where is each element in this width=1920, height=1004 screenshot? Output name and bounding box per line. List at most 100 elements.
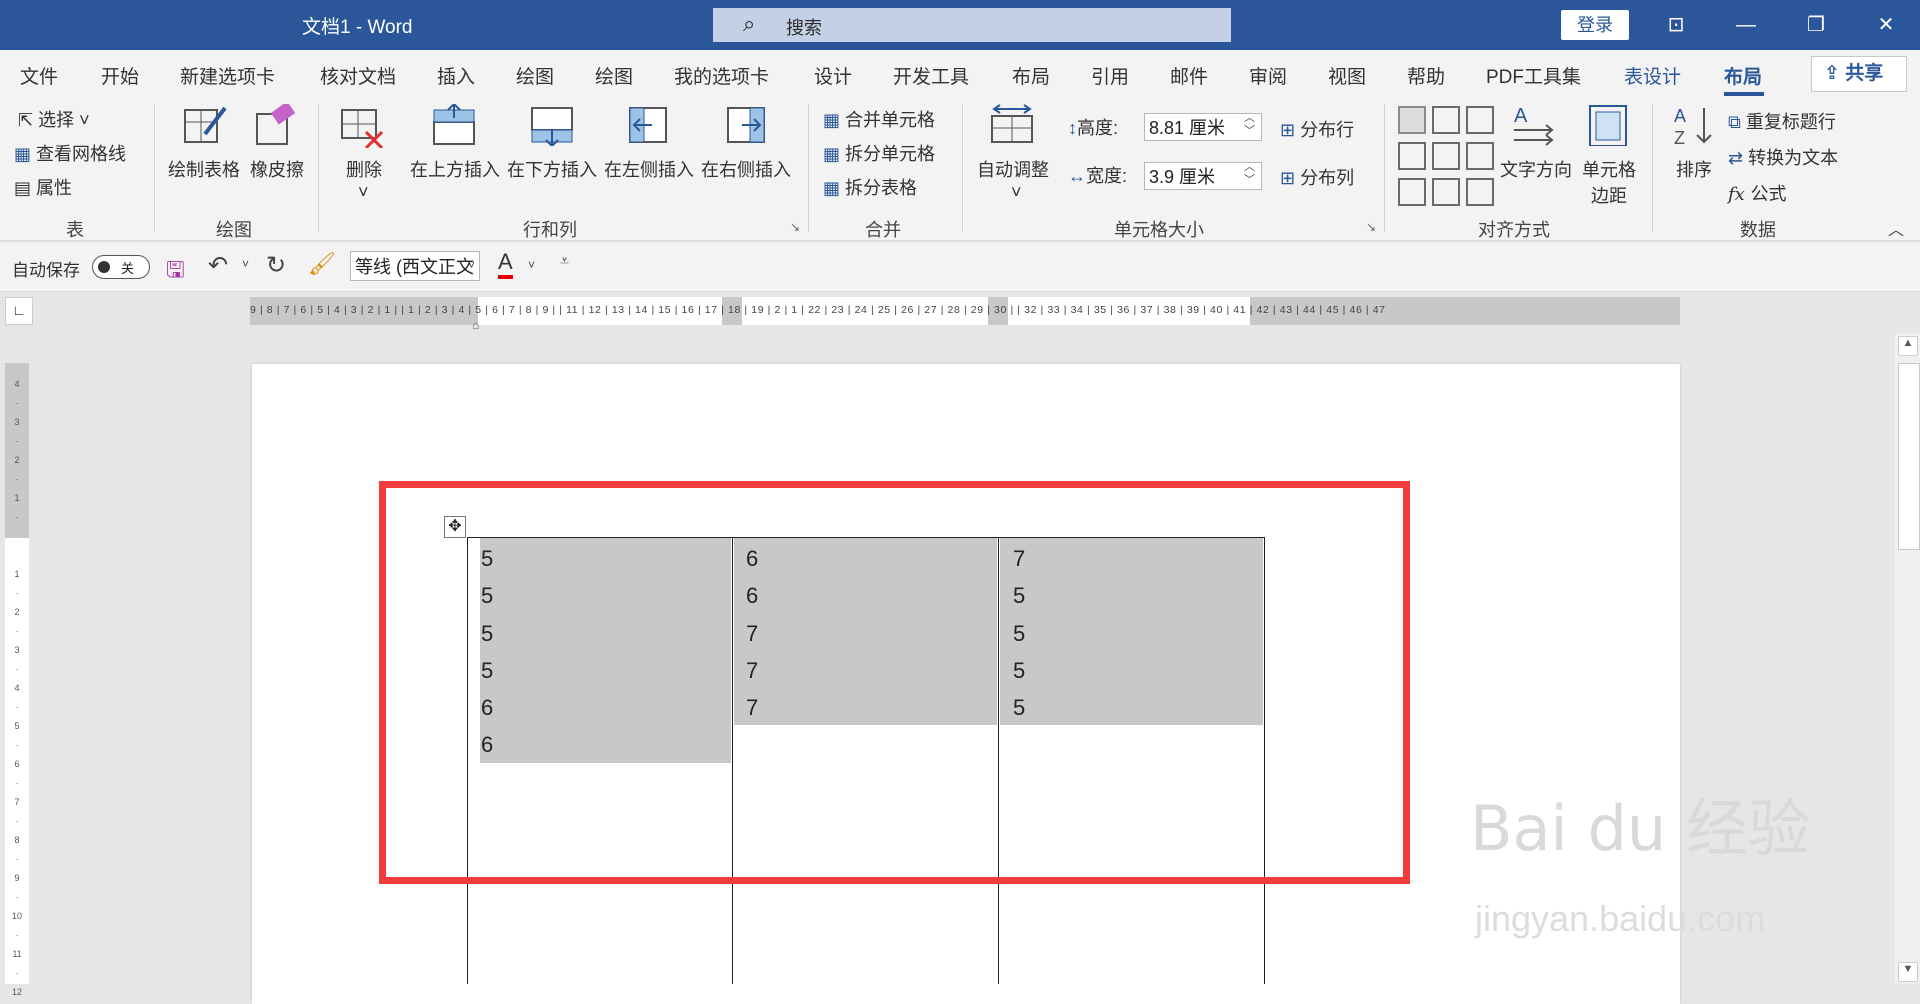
collapse-ribbon-icon[interactable]: ︿ [1888, 216, 1904, 240]
share-button[interactable]: ⇪ 共享 [1811, 56, 1907, 92]
eraser-button[interactable]: 橡皮擦 [250, 156, 304, 182]
tab-table-design[interactable]: 表设计 [1624, 62, 1681, 89]
align-bottom-right-icon[interactable] [1466, 178, 1494, 206]
font-color-icon[interactable]: A [498, 249, 513, 279]
properties-icon: ▤ [14, 178, 37, 198]
autosave-toggle[interactable]: 关 [92, 255, 150, 279]
scrollbar-thumb[interactable] [1898, 363, 1920, 550]
repeat-header-button[interactable]: ⧉ 重复标题行 [1728, 108, 1836, 134]
gridlines-button[interactable]: ▦ 查看网格线 [14, 140, 126, 166]
dialog-launcher-icon[interactable]: ↘ [790, 220, 800, 234]
search-icon: ⌕ [743, 11, 756, 36]
text-direction-button[interactable]: 文字方向 [1500, 156, 1572, 182]
draw-table-icon [184, 106, 227, 143]
search-box[interactable]: ⌕ 搜索 [713, 8, 1231, 42]
align-middle-left-icon[interactable] [1398, 142, 1426, 170]
font-dropdown-icon[interactable]: ˅ [468, 258, 475, 272]
convert-text-button[interactable]: ⇄ 转换为文本 [1728, 144, 1838, 170]
format-painter-icon[interactable]: 🖌 [308, 251, 336, 277]
customize-qat-icon[interactable]: ⩡ [560, 253, 569, 271]
insert-above-button[interactable]: 在上方插入 [410, 156, 500, 182]
separator [962, 104, 963, 232]
close-icon[interactable]: ✕ [1856, 4, 1916, 46]
insert-left-icon [629, 107, 667, 143]
align-middle-center-icon[interactable] [1432, 142, 1460, 170]
insert-right-icon [727, 107, 765, 143]
tab-view[interactable]: 视图 [1328, 62, 1366, 89]
merge-cells-button[interactable]: ▦ 合并单元格 [823, 106, 935, 132]
distribute-cols-icon: ⊞ [1280, 168, 1301, 188]
toggle-state: 关 [121, 261, 135, 276]
watermark-url: jingyan.baidu.com [1475, 898, 1766, 939]
save-icon[interactable]: 🖫 [166, 253, 185, 291]
font-family-select[interactable]: 等线 (西文正文 [350, 251, 480, 281]
distribute-cols-button[interactable]: ⊞ 分布列 [1280, 164, 1354, 190]
insert-left-button[interactable]: 在左侧插入 [604, 156, 694, 182]
tab-insert[interactable]: 插入 [437, 62, 475, 89]
font-family-value: 等线 (西文正文 [355, 257, 474, 277]
minimize-icon[interactable]: — [1716, 4, 1776, 46]
scroll-up-icon[interactable]: ▲ [1898, 336, 1918, 356]
tab-my[interactable]: 我的选项卡 [674, 62, 769, 89]
alignment-grid [1398, 106, 1508, 210]
undo-dropdown-icon[interactable]: ˅ [242, 257, 249, 271]
autofit-label: 自动调整 [977, 160, 1049, 180]
dialog-launcher-icon[interactable]: ↘ [1366, 220, 1376, 234]
tab-layout[interactable]: 布局 [1012, 62, 1050, 89]
tab-draw-2[interactable]: 绘图 [595, 62, 633, 89]
tab-help[interactable]: 帮助 [1407, 62, 1445, 89]
horizontal-ruler[interactable]: 9 | 8 | 7 | 6 | 5 | 4 | 3 | 2 | 1 | | 1 … [250, 297, 1680, 325]
undo-icon[interactable]: ↶ [208, 251, 228, 280]
formula-button[interactable]: fx 公式 [1728, 180, 1787, 206]
tab-table-layout[interactable]: 布局 [1724, 62, 1762, 89]
separator [808, 104, 809, 232]
tab-file[interactable]: 文件 [20, 62, 58, 89]
annotation-highlight-box [379, 481, 1410, 884]
tab-mailings[interactable]: 邮件 [1170, 62, 1208, 89]
split-cells-button[interactable]: ▦ 拆分单元格 [823, 140, 935, 166]
align-top-right-icon[interactable] [1466, 106, 1494, 134]
vertical-ruler-ticks: 4 · 3 · 2 · 1 · 1 · 2 · 3 · 4 · 5 · 6 · 7 · 8 · 9 · 10 · 11 · 12 [12, 379, 23, 997]
insert-below-button[interactable]: 在下方插入 [507, 156, 597, 182]
tab-design[interactable]: 设计 [814, 62, 852, 89]
ribbon-display-icon[interactable]: ⊡ [1646, 4, 1706, 46]
tab-draw-1[interactable]: 绘图 [516, 62, 554, 89]
split-table-button[interactable]: ▦ 拆分表格 [823, 174, 917, 200]
restore-icon[interactable]: ❐ [1786, 4, 1846, 46]
indent-marker-icon[interactable]: ⌂ [472, 318, 479, 332]
align-bottom-left-icon[interactable] [1398, 178, 1426, 206]
tab-developer[interactable]: 开发工具 [893, 62, 969, 89]
grid-icon: ▦ [14, 144, 37, 164]
group-label-data: 数据 [1740, 220, 1776, 240]
login-button[interactable]: 登录 [1561, 10, 1629, 40]
width-spinner[interactable]: ︿ ﹀ [1244, 161, 1255, 187]
scroll-down-icon[interactable]: ▼ [1898, 962, 1918, 982]
distribute-rows-button[interactable]: ⊞ 分布行 [1280, 116, 1354, 142]
tab-stop-selector-icon[interactable]: ∟ [5, 297, 33, 325]
tab-review-doc[interactable]: 核对文档 [320, 62, 396, 89]
sort-button[interactable]: 排序 [1676, 156, 1712, 182]
delete-button[interactable]: 删除 ˅ [346, 156, 382, 203]
delete-label: 删除 [346, 160, 382, 180]
tab-new[interactable]: 新建选项卡 [180, 62, 275, 89]
insert-right-button[interactable]: 在右侧插入 [701, 156, 791, 182]
properties-button[interactable]: ▤ 属性 [14, 174, 72, 200]
tab-references[interactable]: 引用 [1091, 62, 1129, 89]
height-spinner[interactable]: ︿ ﹀ [1244, 112, 1255, 138]
align-middle-right-icon[interactable] [1466, 142, 1494, 170]
tab-pdf[interactable]: PDF工具集 [1486, 62, 1581, 89]
align-bottom-center-icon[interactable] [1432, 178, 1460, 206]
vertical-ruler[interactable]: 4 · 3 · 2 · 1 · 1 · 2 · 3 · 4 · 5 · 6 · 7 · 8 · 9 · 10 · 11 · 12 [5, 363, 29, 997]
font-color-dropdown-icon[interactable]: ˅ [528, 258, 535, 272]
redo-icon[interactable]: ↻ [266, 251, 286, 280]
tab-review[interactable]: 审阅 [1249, 62, 1287, 89]
select-button[interactable]: ⇱ 选择 ˅ [18, 106, 90, 132]
align-top-left-icon[interactable] [1398, 106, 1426, 134]
split-table-label: 拆分表格 [845, 178, 918, 198]
autofit-button[interactable]: 自动调整 ˅ [977, 156, 1049, 203]
draw-table-button[interactable]: 绘制表格 [168, 156, 240, 182]
cell-margins-button[interactable]: 单元格 边距 [1582, 156, 1636, 208]
align-top-center-icon[interactable] [1432, 106, 1460, 134]
tab-home[interactable]: 开始 [101, 62, 139, 89]
distribute-rows-label: 分布行 [1300, 120, 1355, 140]
